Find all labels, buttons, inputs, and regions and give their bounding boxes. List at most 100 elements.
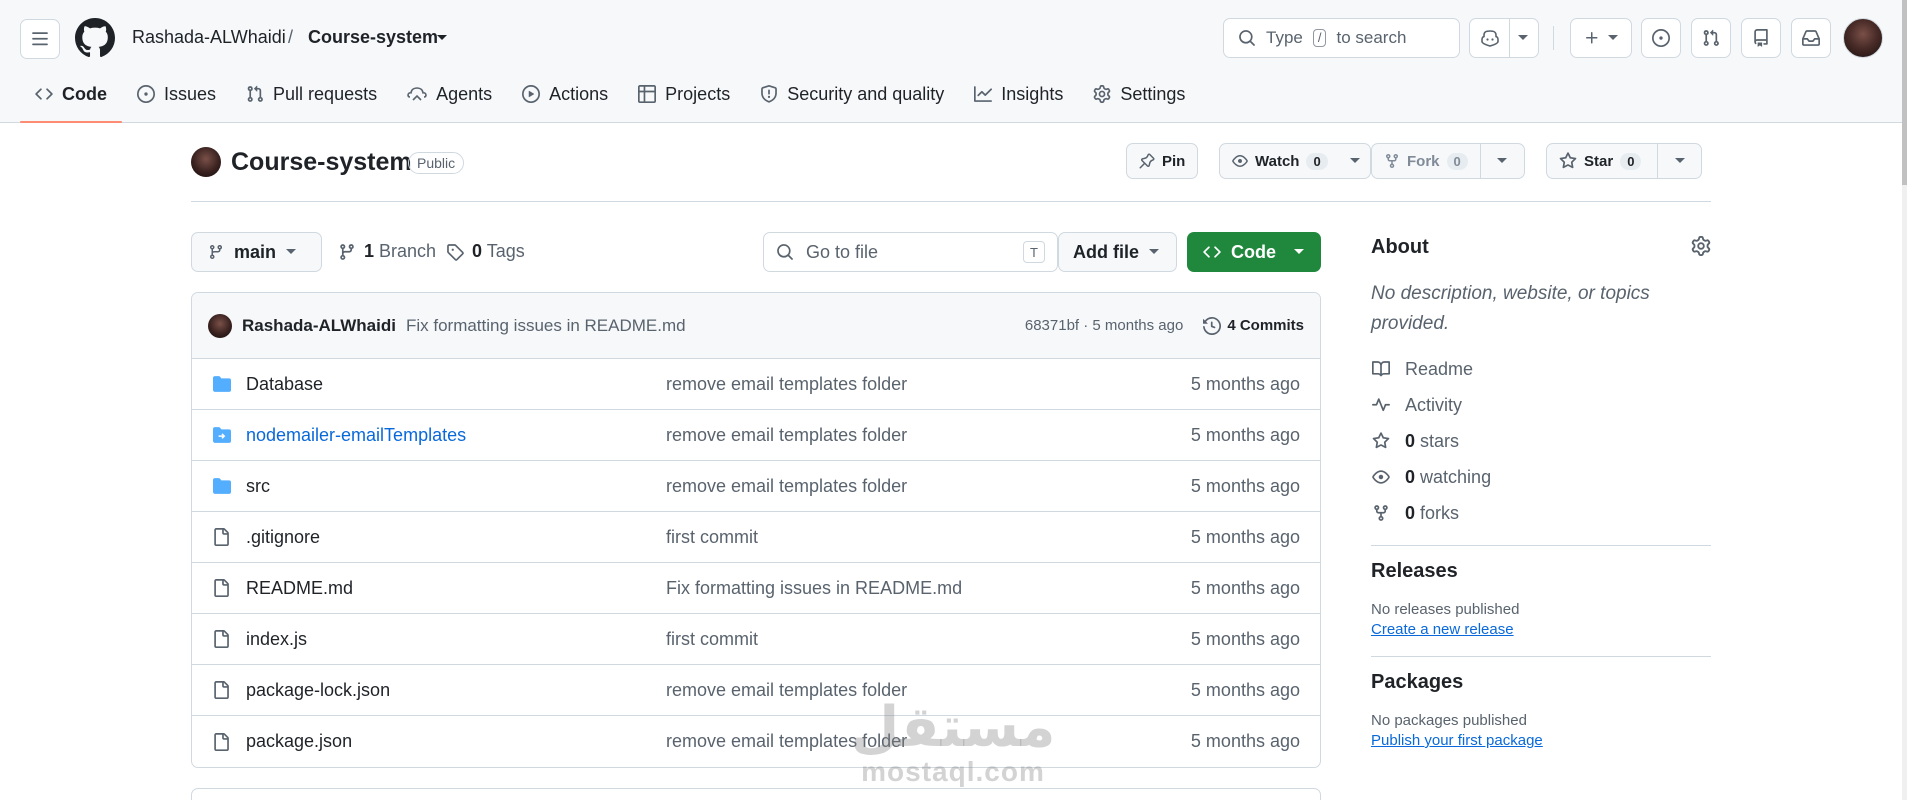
add-file-button[interactable]: Add file <box>1058 232 1177 272</box>
file-icon <box>212 629 234 649</box>
fork-button-group[interactable]: Fork 0 <box>1371 143 1525 179</box>
file-row[interactable]: Database remove email templates folder 5… <box>192 359 1320 410</box>
activity-link[interactable]: Activity <box>1371 387 1711 423</box>
shield-icon <box>761 85 778 103</box>
branch-selector[interactable]: main <box>191 232 322 272</box>
commit-author[interactable]: Rashada-ALWhaidi <box>242 316 396 336</box>
branches-link[interactable]: 1 Branch <box>338 241 436 262</box>
code-download-button[interactable]: Code <box>1187 232 1321 272</box>
readme-label: Readme <box>1405 358 1474 379</box>
file-commit-message[interactable]: remove email templates folder <box>666 374 1066 395</box>
file-name[interactable]: package.json <box>246 731 666 752</box>
watch-button-group[interactable]: Watch 0 <box>1219 143 1371 179</box>
file-row[interactable]: nodemailer-emailTemplates remove email t… <box>192 410 1320 461</box>
commit-message[interactable]: Fix formatting issues in README.md <box>406 316 686 336</box>
pin-button[interactable]: Pin <box>1126 143 1199 179</box>
repo-owner-avatar[interactable] <box>191 147 221 177</box>
releases-heading[interactable]: Releases <box>1371 560 1711 583</box>
scrollbar-thumb[interactable] <box>1902 0 1907 185</box>
commit-sha-time[interactable]: 68371bf · 5 months ago <box>1025 317 1183 334</box>
repo-title[interactable]: Course-system <box>231 148 412 177</box>
tab-pull-requests[interactable]: Pull requests <box>231 78 392 110</box>
file-icon <box>212 527 234 547</box>
watch-label: Watch <box>1255 152 1300 170</box>
tags-link[interactable]: 0 Tags <box>446 241 525 262</box>
tab-label: Agents <box>436 83 493 104</box>
star-dropdown[interactable] <box>1657 144 1701 178</box>
file-row[interactable]: package-lock.json remove email templates… <box>192 665 1320 716</box>
breadcrumb-repo[interactable]: Course-system <box>308 27 438 48</box>
watching-label: watching <box>1420 466 1492 487</box>
packages-heading[interactable]: Packages <box>1371 671 1711 694</box>
file-row[interactable]: README.md Fix formatting issues in READM… <box>192 563 1320 614</box>
tab-projects[interactable]: Projects <box>623 78 745 110</box>
issues-button[interactable] <box>1641 18 1681 58</box>
file-icon <box>212 578 234 598</box>
tab-agents[interactable]: Agents <box>392 78 507 110</box>
breadcrumb-owner[interactable]: Rashada-ALWhaidi <box>132 27 286 48</box>
file-row[interactable]: .gitignore first commit 5 months ago <box>192 512 1320 563</box>
inbox-button[interactable] <box>1791 18 1831 58</box>
forks-link[interactable]: 0 forks <box>1371 495 1711 531</box>
tab-insights[interactable]: Insights <box>959 78 1078 110</box>
tab-code[interactable]: Code <box>20 78 122 123</box>
chevron-down-icon <box>1294 249 1304 254</box>
file-row[interactable]: package.json remove email templates fold… <box>192 716 1320 767</box>
file-name[interactable]: Database <box>246 374 666 395</box>
star-button[interactable]: Star 0 <box>1547 144 1657 178</box>
watch-dropdown[interactable] <box>1340 144 1370 178</box>
fork-button[interactable]: Fork 0 <box>1372 144 1480 178</box>
file-name[interactable]: README.md <box>246 578 666 599</box>
create-release-link[interactable]: Create a new release <box>1371 621 1711 638</box>
file-name[interactable]: .gitignore <box>246 527 666 548</box>
file-commit-message[interactable]: first commit <box>666 629 1066 650</box>
user-avatar[interactable] <box>1843 18 1883 58</box>
page-scrollbar[interactable] <box>1902 0 1907 800</box>
gear-icon[interactable] <box>1691 236 1711 256</box>
readme-link[interactable]: Readme <box>1371 351 1711 387</box>
go-to-file-input[interactable]: Go to file T <box>763 232 1058 272</box>
file-name[interactable]: index.js <box>246 629 666 650</box>
commits-link[interactable]: 4 Commits <box>1203 316 1304 335</box>
code-icon <box>1203 246 1221 258</box>
star-button-group[interactable]: Star 0 <box>1546 143 1703 179</box>
watching-link[interactable]: 0 watching <box>1371 459 1711 495</box>
repo-nav-tabs: Code Issues Pull requests Agents Actions… <box>20 78 1200 123</box>
global-search[interactable]: Type / to search <box>1223 18 1460 58</box>
publish-package-link[interactable]: Publish your first package <box>1371 732 1711 749</box>
repo-switcher-caret-icon[interactable] <box>436 34 448 42</box>
stars-link[interactable]: 0 stars <box>1371 423 1711 459</box>
pull-request-icon <box>247 85 263 102</box>
tab-security[interactable]: Security and quality <box>745 78 959 110</box>
file-row[interactable]: index.js first commit 5 months ago <box>192 614 1320 665</box>
tab-issues[interactable]: Issues <box>122 78 231 110</box>
tab-actions[interactable]: Actions <box>507 78 623 110</box>
chevron-down-icon[interactable] <box>1518 35 1528 41</box>
create-new-button[interactable] <box>1570 18 1632 58</box>
pull-requests-button[interactable] <box>1691 18 1731 58</box>
tab-settings[interactable]: Settings <box>1078 78 1200 110</box>
file-age: 5 months ago <box>1190 475 1300 496</box>
file-commit-message[interactable]: remove email templates folder <box>666 425 1066 446</box>
commit-author-avatar[interactable] <box>208 313 232 338</box>
fork-dropdown[interactable] <box>1479 144 1524 178</box>
file-age: 5 months ago <box>1190 424 1300 445</box>
file-commit-message[interactable]: first commit <box>666 527 1066 548</box>
watch-button[interactable]: Watch 0 <box>1220 144 1340 178</box>
menu-button[interactable] <box>20 19 60 59</box>
file-name[interactable]: src <box>246 476 666 497</box>
github-logo-icon[interactable] <box>75 18 115 58</box>
file-row[interactable]: src remove email templates folder 5 mont… <box>192 461 1320 512</box>
latest-commit-bar: Rashada-ALWhaidi Fix formatting issues i… <box>192 293 1320 359</box>
forks-label: forks <box>1420 502 1460 523</box>
file-name[interactable]: package-lock.json <box>246 680 666 701</box>
repositories-button[interactable] <box>1741 18 1781 58</box>
file-commit-message[interactable]: remove email templates folder <box>666 476 1066 497</box>
file-commit-message[interactable]: remove email templates folder <box>666 731 1066 752</box>
file-name[interactable]: nodemailer-emailTemplates <box>246 425 666 446</box>
file-commit-message[interactable]: remove email templates folder <box>666 680 1066 701</box>
copilot-button-group[interactable] <box>1469 18 1539 58</box>
file-age: 5 months ago <box>1190 526 1300 547</box>
file-commit-message[interactable]: Fix formatting issues in README.md <box>666 578 1066 599</box>
branches-count: 1 <box>364 241 375 261</box>
